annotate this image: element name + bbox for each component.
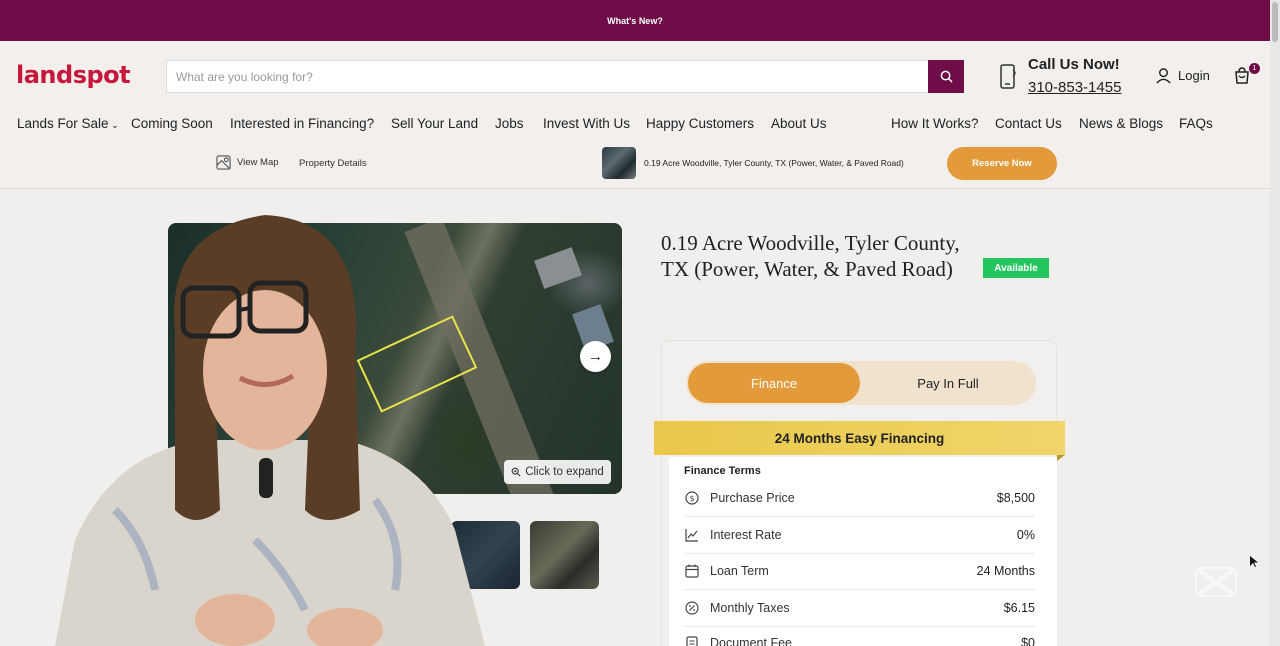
zoom-icon [511,467,521,477]
login-label: Login [1178,68,1210,83]
term-row-purchase-price: $ Purchase Price $8,500 [684,488,1035,508]
phone-number-link[interactable]: 310-853-1455 [1028,79,1121,96]
search-bar [166,60,964,93]
expand-label: Click to expand [525,466,604,478]
dollar-circle-icon: $ [684,490,700,506]
image-house [534,247,582,289]
term-row-monthly-taxes: Monthly Taxes $6.15 [684,598,1035,618]
term-value: $6.15 [1003,601,1035,615]
site-header: landspot Call Us Now! 310-853-1455 Login… [0,41,1270,189]
finance-terms-title: Finance Terms [684,465,761,477]
nav-happy-customers[interactable]: Happy Customers [646,116,754,131]
nav-contact-us[interactable]: Contact Us [995,116,1062,131]
login-link[interactable]: Login [1155,67,1210,84]
site-logo[interactable]: landspot [16,61,131,89]
search-input[interactable] [167,61,917,92]
cart-count-badge: 1 [1249,63,1260,74]
term-label: Interest Rate [710,528,782,542]
term-label: Loan Term [710,564,769,578]
term-row-interest-rate: Interest Rate 0% [684,525,1035,545]
term-value: 0% [1016,528,1035,542]
page-scrollbar[interactable] [1270,0,1280,646]
arrow-right-icon: → [588,348,603,365]
term-label: Monthly Taxes [710,601,790,615]
term-row-loan-term: Loan Term 24 Months [684,561,1035,581]
sticky-subnav: View Map Property Details 0.19 Acre Wood… [0,145,1270,181]
payment-toggle: Finance Pay In Full [686,361,1036,405]
nav-faqs[interactable]: FAQs [1179,116,1213,131]
mouse-cursor-icon [1250,556,1258,567]
status-badge: Available [983,258,1049,278]
view-map-link[interactable]: View Map [216,155,279,170]
term-label: Purchase Price [710,491,795,505]
divider [684,589,1035,590]
scrollbar-thumb[interactable] [1272,2,1278,42]
finance-tab[interactable]: Finance [688,363,860,403]
term-value: $8,500 [996,491,1035,505]
call-us-label: Call Us Now! [1028,56,1120,73]
view-map-label: View Map [237,157,279,168]
pay-in-full-tab[interactable]: Pay In Full [862,363,1034,403]
subnav-listing-title: 0.19 Acre Woodville, Tyler County, TX (P… [644,158,904,168]
listing-thumbnail [602,147,636,179]
announcement-text[interactable]: What's New? [607,16,663,26]
term-value: 24 Months [976,564,1035,578]
nav-lands-for-sale[interactable]: Lands For Sale ⌄ [17,116,119,131]
nav-how-it-works[interactable]: How It Works? [891,116,979,131]
gallery-thumbnail[interactable] [530,521,599,589]
divider [684,626,1035,627]
listing-title: 0.19 Acre Woodville, Tyler County, TX (P… [661,231,960,281]
property-details-link[interactable]: Property Details [299,158,367,169]
nav-financing[interactable]: Interested in Financing? [230,116,374,131]
next-image-button[interactable]: → [580,341,611,372]
chevron-down-icon: ⌄ [108,120,119,130]
search-icon [940,70,953,83]
svg-text:$: $ [689,494,694,503]
announcement-bar[interactable]: What's New? [0,0,1270,41]
main-nav: Lands For Sale ⌄ Coming Soon Interested … [0,116,1270,136]
phone-icon [1000,64,1016,89]
divider [684,516,1035,517]
presenter-video-overlay [55,215,485,646]
video-watermark-icon [1195,567,1237,597]
document-icon [684,635,700,646]
nav-invest-with-us[interactable]: Invest With Us [543,116,630,131]
divider [684,553,1035,554]
calendar-icon [684,563,700,579]
nav-about-us[interactable]: About Us [771,116,827,131]
nav-news-blogs[interactable]: News & Blogs [1079,116,1163,131]
click-to-expand-button[interactable]: Click to expand [504,460,611,484]
nav-coming-soon[interactable]: Coming Soon [131,116,213,131]
tax-icon [684,600,700,616]
term-value: $0 [1021,636,1035,646]
search-button[interactable] [928,60,964,93]
map-icon [216,155,231,170]
financing-ribbon: 24 Months Easy Financing [654,421,1065,461]
reserve-now-button[interactable]: Reserve Now [947,147,1057,180]
nav-sell-your-land[interactable]: Sell Your Land [391,116,478,131]
user-icon [1156,68,1171,84]
term-label: Document Fee [710,636,792,646]
chart-line-icon [684,527,700,543]
finance-terms-panel: Finance Terms $ Purchase Price $8,500 In… [669,457,1057,646]
nav-jobs[interactable]: Jobs [495,116,524,131]
term-row-document-fee: Document Fee $0 [684,633,1035,646]
